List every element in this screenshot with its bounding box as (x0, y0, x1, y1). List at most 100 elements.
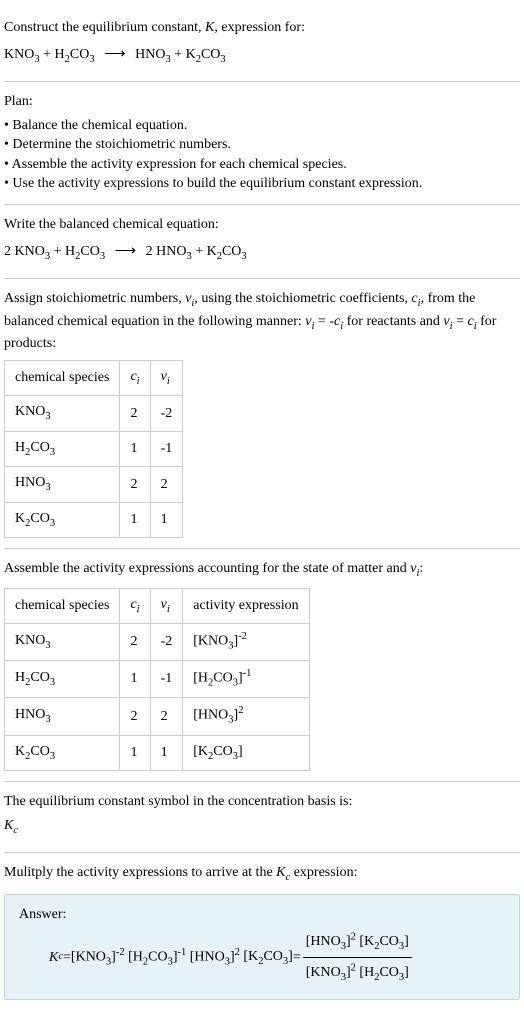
term1: [KNO3]-2 (71, 946, 125, 970)
as2: , using the stoichiometric coefficients, (194, 291, 411, 306)
th-ci: ci (120, 360, 150, 395)
table-row: H2CO3 1 -1 (5, 431, 183, 466)
answer-equation: Kc = [KNO3]-2 [H2CO3]-1 [HNO3]2 [K2CO3] … (19, 930, 505, 985)
cell-species: KNO3 (5, 396, 120, 431)
a2: CO (213, 671, 232, 686)
sp2: CO (30, 511, 49, 526)
arrow-icon-2: ⟶ (115, 241, 137, 262)
r2: H (55, 47, 65, 62)
balanced-equation: 2 KNO3 + H2CO3 ⟶ 2 HNO3 + K2CO3 (4, 237, 520, 268)
cell-v: -1 (150, 661, 183, 698)
cell-species: HNO3 (5, 698, 120, 735)
denominator: [KNO3]2 [H2CO3] (303, 958, 412, 985)
dc2: ] (404, 965, 409, 980)
kc: K (4, 818, 13, 833)
cell-species: K2CO3 (5, 735, 120, 770)
cell-v: 2 (150, 698, 183, 735)
th-activity: activity expression (183, 588, 309, 623)
a1: [K (193, 744, 208, 759)
t2b: CO (148, 949, 167, 964)
answer-box: Answer: Kc = [KNO3]-2 [H2CO3]-1 [HNO3]2 … (4, 894, 520, 1001)
t1e: -2 (116, 947, 125, 958)
stoich-table: chemical species ci νi KNO3 2 -2 H2CO3 1… (4, 360, 183, 538)
as-e1b: = - (314, 314, 334, 329)
cell-species: H2CO3 (5, 431, 120, 466)
sp: H (15, 670, 25, 685)
arrow-icon: ⟶ (104, 44, 126, 65)
t2e: -1 (178, 947, 187, 958)
r1: KNO (4, 47, 34, 62)
r3: CO (70, 47, 89, 62)
n2: [K (359, 934, 374, 949)
ans-eq1: = (63, 948, 71, 968)
term2: [H2CO3]-1 (128, 946, 186, 970)
sp: HNO (15, 707, 45, 722)
t2: [H (128, 949, 143, 964)
n2b: CO (379, 934, 398, 949)
table-row: K2CO3 1 1 (5, 502, 183, 537)
b-r3: CO (80, 244, 99, 259)
sp: HNO (15, 475, 45, 490)
table-header-row: chemical species ci νi (5, 360, 183, 395)
intro-k: K (205, 20, 214, 35)
cell-v: -2 (150, 624, 183, 661)
nc2: ] (404, 934, 409, 949)
table-row: HNO3 2 2 [HNO3]2 (5, 698, 310, 735)
cell-v: 1 (150, 502, 183, 537)
cell-species: KNO3 (5, 624, 120, 661)
th-species: chemical species (5, 588, 120, 623)
b-p3: CO (222, 244, 241, 259)
term3: [HNO3]2 (190, 946, 240, 970)
cell-species: HNO3 (5, 467, 120, 502)
d2b: CO (379, 965, 398, 980)
d1e: 2 (351, 962, 356, 973)
a2: CO (213, 744, 232, 759)
a1: [H (193, 671, 208, 686)
cell-species: H2CO3 (5, 661, 120, 698)
cell-activity: [HNO3]2 (183, 698, 309, 735)
t1: [KNO (71, 949, 106, 964)
assign-text: Assign stoichiometric numbers, νi, using… (4, 289, 520, 354)
b-plus1: + (50, 244, 65, 259)
sp2s: 3 (50, 446, 55, 457)
intro-a: Construct the equilibrium constant, (4, 20, 205, 35)
r3s: 3 (89, 53, 94, 64)
table-row: K2CO3 1 1 [K2CO3] (5, 735, 310, 770)
table-row: KNO3 2 -2 [KNO3]-2 (5, 624, 310, 661)
sps: 3 (45, 411, 50, 422)
cell-c: 1 (120, 661, 150, 698)
cell-c: 1 (120, 735, 150, 770)
cell-c: 2 (120, 624, 150, 661)
plus2: + (171, 47, 186, 62)
as4: for reactants and (343, 314, 443, 329)
intro-text: Construct the equilibrium constant, K, e… (4, 18, 520, 38)
plan-item-4: • Use the activity expressions to build … (4, 174, 520, 194)
plan-item-3: • Assemble the activity expression for e… (4, 155, 520, 175)
sp2: CO (30, 744, 49, 759)
sps: 3 (45, 482, 50, 493)
ans-eq2: = (293, 948, 301, 968)
sps: 3 (45, 640, 50, 651)
balanced-section: Write the balanced chemical equation: 2 … (4, 205, 520, 279)
cell-v: -1 (150, 431, 183, 466)
sp: KNO (15, 633, 45, 648)
th-cs: i (137, 603, 140, 614)
as1: Assign stoichiometric numbers, (4, 291, 185, 306)
sp2: CO (30, 440, 49, 455)
d1: [KNO (306, 965, 341, 980)
plan-item-2: • Determine the stoichiometric numbers. (4, 135, 520, 155)
sp2s: 3 (50, 677, 55, 688)
p1: HNO (135, 47, 165, 62)
intro-section: Construct the equilibrium constant, K, e… (4, 8, 520, 82)
th-vi: νi (150, 360, 183, 395)
intro-b: , expression for: (214, 20, 305, 35)
cell-c: 2 (120, 467, 150, 502)
sp: KNO (15, 404, 45, 419)
cell-c: 2 (120, 396, 150, 431)
assign-section: Assign stoichiometric numbers, νi , using… (4, 279, 520, 549)
t4: [K (243, 949, 258, 964)
fraction: [HNO3]2 [K2CO3] [KNO3]2 [H2CO3] (303, 930, 412, 985)
numerator: [HNO3]2 [K2CO3] (303, 930, 412, 958)
b-p1: 2 HNO (146, 244, 187, 259)
th-vi: νi (150, 588, 183, 623)
